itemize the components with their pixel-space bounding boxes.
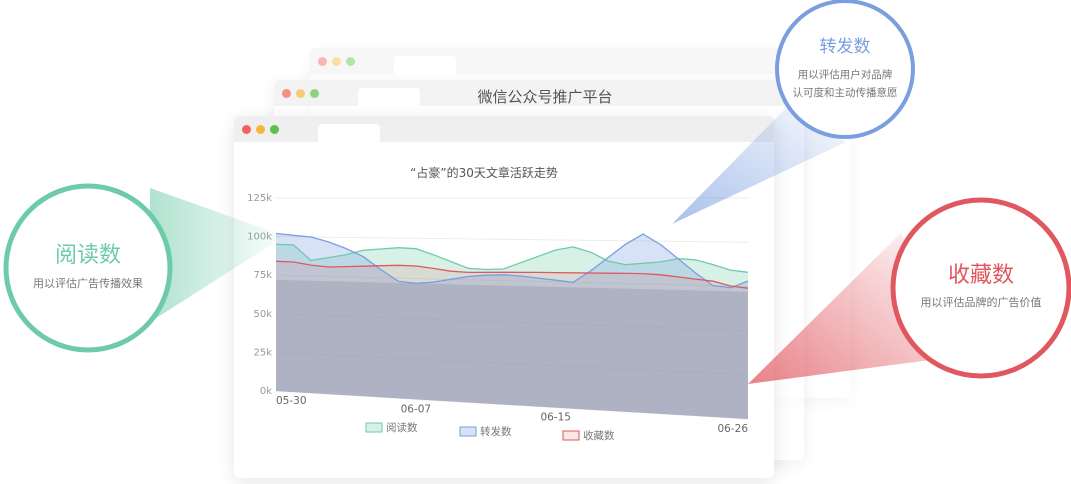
x-tick-label: 06-07 (401, 403, 432, 415)
favorite-bubble-title: 收藏数 (948, 263, 1014, 288)
forward-bubble-desc-line2: 认可度和主动传播意愿 (793, 86, 898, 99)
x-tick-label: 06-26 (717, 423, 748, 435)
y-tick-label: 125k (247, 193, 272, 204)
y-axis-ticks: 0k25k50k75k100k125k (247, 193, 272, 397)
forward-bubble-desc-line1: 用以评估用户对品牌 (798, 68, 893, 81)
x-tick-label: 06-15 (540, 412, 571, 424)
forward-bubble-title: 转发数 (820, 37, 871, 57)
read-legend-swatch[interactable] (365, 422, 383, 433)
favorite-bubble-desc: 用以评估品牌的广告价值 (921, 295, 1042, 309)
read-bubble: 阅读数 用以评估广告传播效果 (3, 183, 173, 353)
forward-bubble: 转发数 用以评估用户对品牌 认可度和主动传播意愿 (775, 0, 915, 139)
favorite-legend-swatch[interactable] (562, 430, 580, 441)
forward-legend-swatch[interactable] (459, 426, 477, 437)
forward-legend-label[interactable]: 转发数 (480, 425, 512, 438)
read-legend-label[interactable]: 阅读数 (386, 421, 418, 434)
x-tick-label: 05-30 (276, 395, 307, 407)
y-tick-label: 25k (253, 347, 272, 358)
favorite-legend-label[interactable]: 收藏数 (583, 429, 615, 442)
read-bubble-title: 阅读数 (55, 243, 121, 268)
grid-line (275, 236, 749, 243)
read-bubble-desc: 用以评估广告传播效果 (33, 276, 143, 290)
chart-canvas: “占豪”的30天文章活跃走势 0k25k50k75k100k125k 05-30… (3, 0, 1071, 442)
plot-floor-shade (276, 279, 748, 419)
y-tick-label: 0k (260, 386, 272, 397)
y-tick-label: 75k (253, 270, 272, 281)
y-tick-label: 50k (253, 309, 272, 320)
favorite-bubble: 收藏数 用以评估品牌的广告价值 (890, 197, 1071, 379)
series-areas (276, 233, 748, 419)
legend: 阅读数 转发数 收藏数 (365, 421, 615, 442)
chart-title: “占豪”的30天文章活跃走势 (410, 165, 558, 180)
